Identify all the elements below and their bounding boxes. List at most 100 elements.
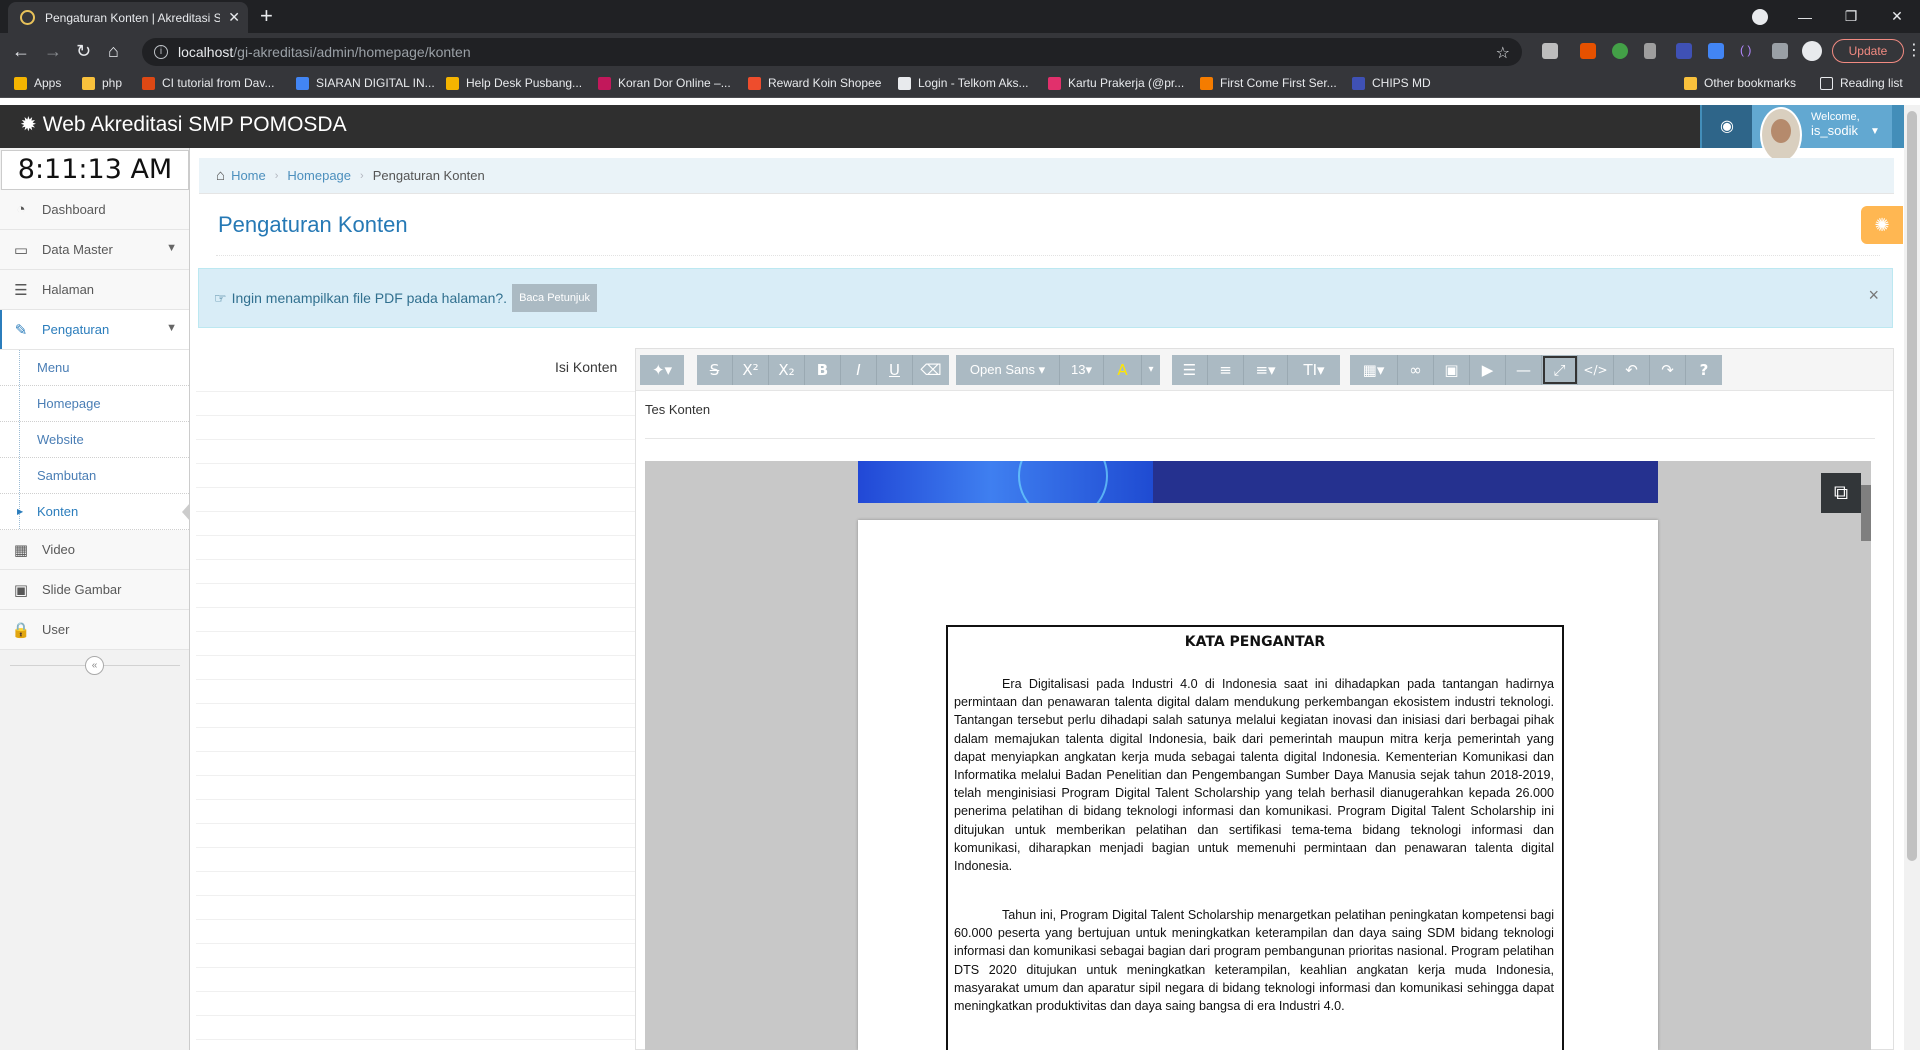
maximize-icon[interactable]: ❐ [1828, 8, 1874, 25]
superscript-icon[interactable]: X² [733, 355, 769, 385]
collapse-sidebar-icon[interactable]: « [85, 656, 104, 675]
sidebar-item-halaman[interactable]: ☰ Halaman [0, 270, 189, 310]
undo-icon[interactable]: ↶ [1614, 355, 1650, 385]
sidebar-subitem-menu[interactable]: Menu [0, 350, 189, 386]
underline-icon[interactable]: U [877, 355, 913, 385]
sidebar-item-video[interactable]: ▦ Video [0, 530, 189, 570]
extensions-puzzle-icon[interactable] [1772, 43, 1788, 59]
other-bookmarks[interactable]: Other bookmarks [1684, 76, 1796, 90]
help-icon[interactable]: ? [1686, 355, 1722, 385]
bookmark-chips-md[interactable]: CHIPS MD [1352, 76, 1431, 90]
close-tab-icon[interactable]: ✕ [228, 9, 240, 26]
avatar[interactable] [1760, 107, 1802, 163]
bookmark-koran-dor[interactable]: Koran Dor Online –... [598, 76, 731, 90]
sidebar-item-user[interactable]: 🔒 User [0, 610, 189, 650]
bookmark-telkom[interactable]: Login - Telkom Aks... [898, 76, 1029, 90]
link-icon[interactable]: ∞ [1398, 355, 1434, 385]
sidebar-subitem-homepage[interactable]: Homepage [0, 386, 189, 422]
breadcrumb-home[interactable]: Home [231, 168, 266, 183]
extension-sale-icon[interactable] [1580, 43, 1596, 59]
settings-toggle[interactable]: ✺ [1861, 206, 1903, 244]
browser-tab[interactable]: Pengaturan Konten | Akreditasi S ✕ [8, 2, 248, 33]
close-icon[interactable]: × [1868, 285, 1879, 306]
lock-icon: 🔒 [11, 621, 31, 639]
read-guide-button[interactable]: Baca Petunjuk [512, 284, 597, 312]
caret-down-icon[interactable]: ▼ [1870, 126, 1880, 137]
bookmark-apps[interactable]: Apps [14, 76, 61, 90]
unordered-list-icon[interactable]: ☰ [1172, 355, 1208, 385]
profile-icon[interactable] [1752, 9, 1768, 25]
pdf-cover-page [858, 461, 1658, 503]
color-caret-icon[interactable]: ▾ [1142, 355, 1160, 385]
sidebar-item-slide-gambar[interactable]: ▣ Slide Gambar [0, 570, 189, 610]
eraser-icon[interactable]: ⌫ [913, 355, 949, 385]
bookmark-ci-tutorial[interactable]: CI tutorial from Dav... [142, 76, 274, 90]
app-brand[interactable]: ✹ Web Akreditasi SMP POMOSDA [20, 112, 347, 137]
ordered-list-icon[interactable]: ≡ [1208, 355, 1244, 385]
fullscreen-icon[interactable]: ⤢ [1542, 355, 1578, 385]
bold-icon[interactable]: B [805, 355, 841, 385]
sidebar-item-data-master[interactable]: ▭ Data Master ▼ [0, 230, 189, 270]
video-insert-icon[interactable]: ▶ [1470, 355, 1506, 385]
extension-badge-icon[interactable] [1676, 43, 1692, 59]
bookmark-prakerja[interactable]: Kartu Prakerja (@pr... [1048, 76, 1184, 90]
sidebar-item-pengaturan[interactable]: ✎ Pengaturan ▼ [0, 310, 189, 350]
reload-icon[interactable]: ↻ [76, 41, 91, 61]
bookmark-php[interactable]: php [82, 76, 122, 90]
address-bar[interactable]: i localhost/gi-akreditasi/admin/homepage… [142, 38, 1522, 66]
strikethrough-icon[interactable]: S [697, 355, 733, 385]
update-button[interactable]: Update [1832, 39, 1904, 63]
font-family-value: Open Sans [969, 362, 1035, 377]
window-close-icon[interactable]: ✕ [1874, 8, 1920, 25]
view-site-button[interactable]: ◉ [1702, 105, 1752, 148]
bookmark-first-come[interactable]: First Come First Ser... [1200, 76, 1337, 90]
folder-icon [82, 76, 95, 90]
redo-icon[interactable]: ↷ [1650, 355, 1686, 385]
code-view-icon[interactable]: </> [1578, 355, 1614, 385]
sidebar-subitem-konten[interactable]: ▶ Konten [0, 494, 189, 530]
highlight-color-icon[interactable]: A [1104, 355, 1142, 385]
breadcrumb-separator-icon: › [274, 169, 279, 182]
open-external-icon[interactable]: ⧉ [1821, 473, 1861, 513]
back-icon[interactable]: ← [12, 41, 30, 61]
font-size-select[interactable]: 13▾ [1060, 355, 1104, 385]
bookmark-shopee[interactable]: Reward Koin Shopee [748, 76, 881, 90]
home-browser-icon[interactable]: ⌂ [108, 41, 119, 61]
picture-insert-icon[interactable]: ▣ [1434, 355, 1470, 385]
helpdesk-favicon-icon [446, 76, 459, 90]
site-info-icon[interactable]: i [154, 45, 168, 59]
editor-text[interactable]: Tes Konten [645, 402, 710, 417]
new-tab-icon[interactable]: + [260, 4, 273, 28]
editor-divider [645, 438, 1875, 439]
account-avatar-icon[interactable] [1802, 41, 1822, 61]
reading-list[interactable]: Reading list [1820, 76, 1903, 90]
line-height-icon[interactable]: TI▾ [1288, 355, 1340, 385]
welcome-text[interactable]: Welcome, is_sodik [1811, 110, 1860, 138]
browser-menu-icon[interactable]: ⋮ [1906, 40, 1920, 60]
bookmark-siaran-digital[interactable]: SIARAN DIGITAL IN... [296, 76, 435, 90]
page-scrollbar[interactable] [1904, 105, 1920, 1050]
bookmark-star-icon[interactable]: ☆ [1496, 43, 1510, 63]
bookmark-help-desk[interactable]: Help Desk Pusbang... [446, 76, 582, 90]
extension-code-icon[interactable]: ( ) [1740, 43, 1756, 59]
extension-icon[interactable] [1542, 43, 1558, 59]
magic-wand-icon[interactable]: ✦▾ [640, 355, 684, 385]
forward-icon[interactable]: → [44, 41, 62, 61]
horizontal-rule-icon[interactable]: — [1506, 355, 1542, 385]
breadcrumb-homepage[interactable]: Homepage [287, 168, 351, 183]
extension-pen-icon[interactable] [1644, 43, 1656, 59]
italic-icon[interactable]: I [841, 355, 877, 385]
pdf-scrollbar[interactable] [1861, 485, 1871, 541]
sidebar-subitem-label: Menu [37, 360, 70, 375]
extension-green-icon[interactable] [1612, 43, 1628, 59]
sidebar-subitem-sambutan[interactable]: Sambutan [0, 458, 189, 494]
sidebar-item-dashboard[interactable]: ◔ Dashboard [0, 190, 189, 230]
align-icon[interactable]: ≡▾ [1244, 355, 1288, 385]
font-family-select[interactable]: Open Sans ▾ [956, 355, 1060, 385]
extension-translate-icon[interactable] [1708, 43, 1724, 59]
subscript-icon[interactable]: X₂ [769, 355, 805, 385]
table-icon[interactable]: ▦▾ [1350, 355, 1398, 385]
sidebar-subitem-website[interactable]: Website [0, 422, 189, 458]
minimize-icon[interactable]: — [1782, 9, 1828, 25]
url-path: /gi-akreditasi/admin/homepage/konten [233, 44, 471, 60]
